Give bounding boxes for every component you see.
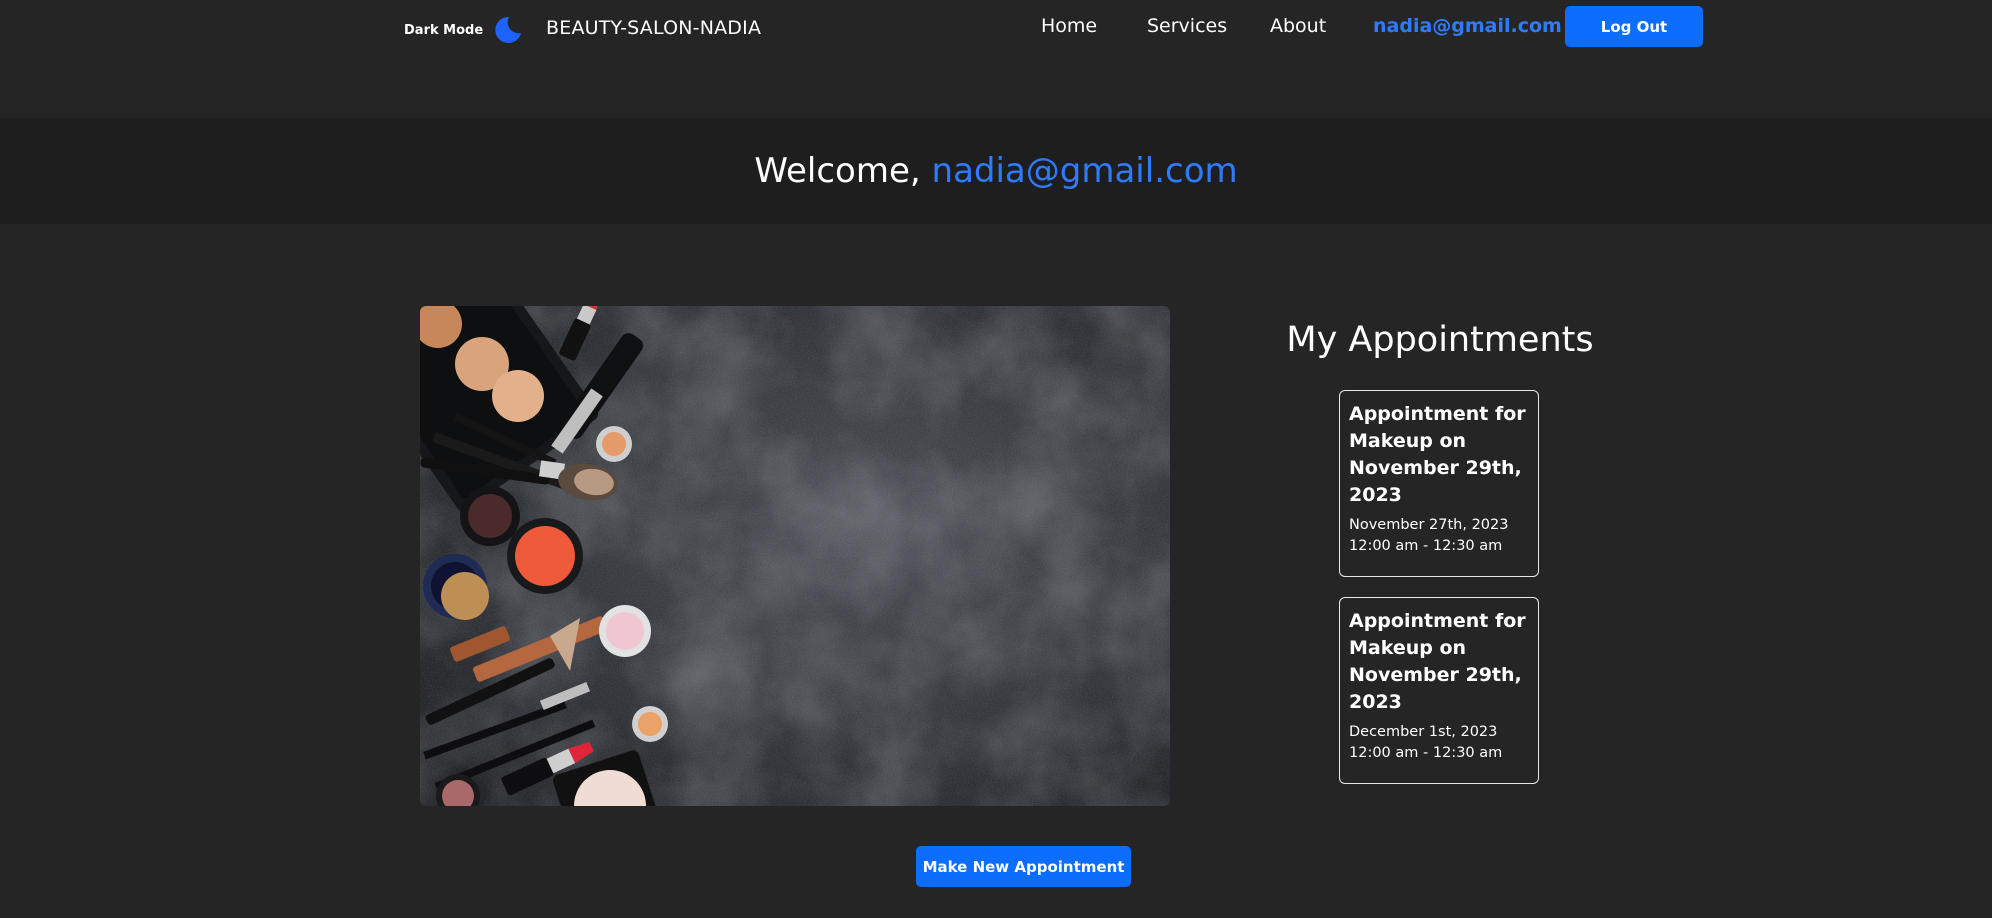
appointment-card[interactable]: Appointment for Makeup on November 29th,… [1339, 390, 1539, 577]
nav-user-email[interactable]: nadia@gmail.com [1373, 15, 1562, 37]
appointment-date: November 27th, 2023 12:00 am - 12:30 am [1349, 517, 1509, 554]
welcome-heading: Welcome, nadia@gmail.com [754, 151, 1237, 191]
appointment-title: Appointment for Makeup on November 29th,… [1349, 610, 1526, 713]
nav-home-link[interactable]: Home [1041, 15, 1097, 37]
welcome-banner: Welcome, nadia@gmail.com [0, 118, 1992, 224]
nav-about-link[interactable]: About [1270, 15, 1326, 37]
nav-services-link[interactable]: Services [1147, 15, 1227, 37]
welcome-email: nadia@gmail.com [931, 151, 1238, 191]
welcome-prefix: Welcome, [754, 151, 921, 191]
logout-button[interactable]: Log Out [1565, 6, 1703, 47]
appointment-title: Appointment for Makeup on November 29th,… [1349, 403, 1526, 506]
make-new-appointment-button[interactable]: Make New Appointment [916, 846, 1131, 887]
appointments-heading: My Appointments [1286, 320, 1594, 360]
top-navbar: Dark Mode BEAUTY-SALON-NADIA Home Servic… [0, 0, 1992, 60]
makeup-hero-image [420, 306, 1170, 806]
appointment-date: December 1st, 2023 12:00 am - 12:30 am [1349, 724, 1503, 761]
appointment-card[interactable]: Appointment for Makeup on November 29th,… [1339, 597, 1539, 784]
